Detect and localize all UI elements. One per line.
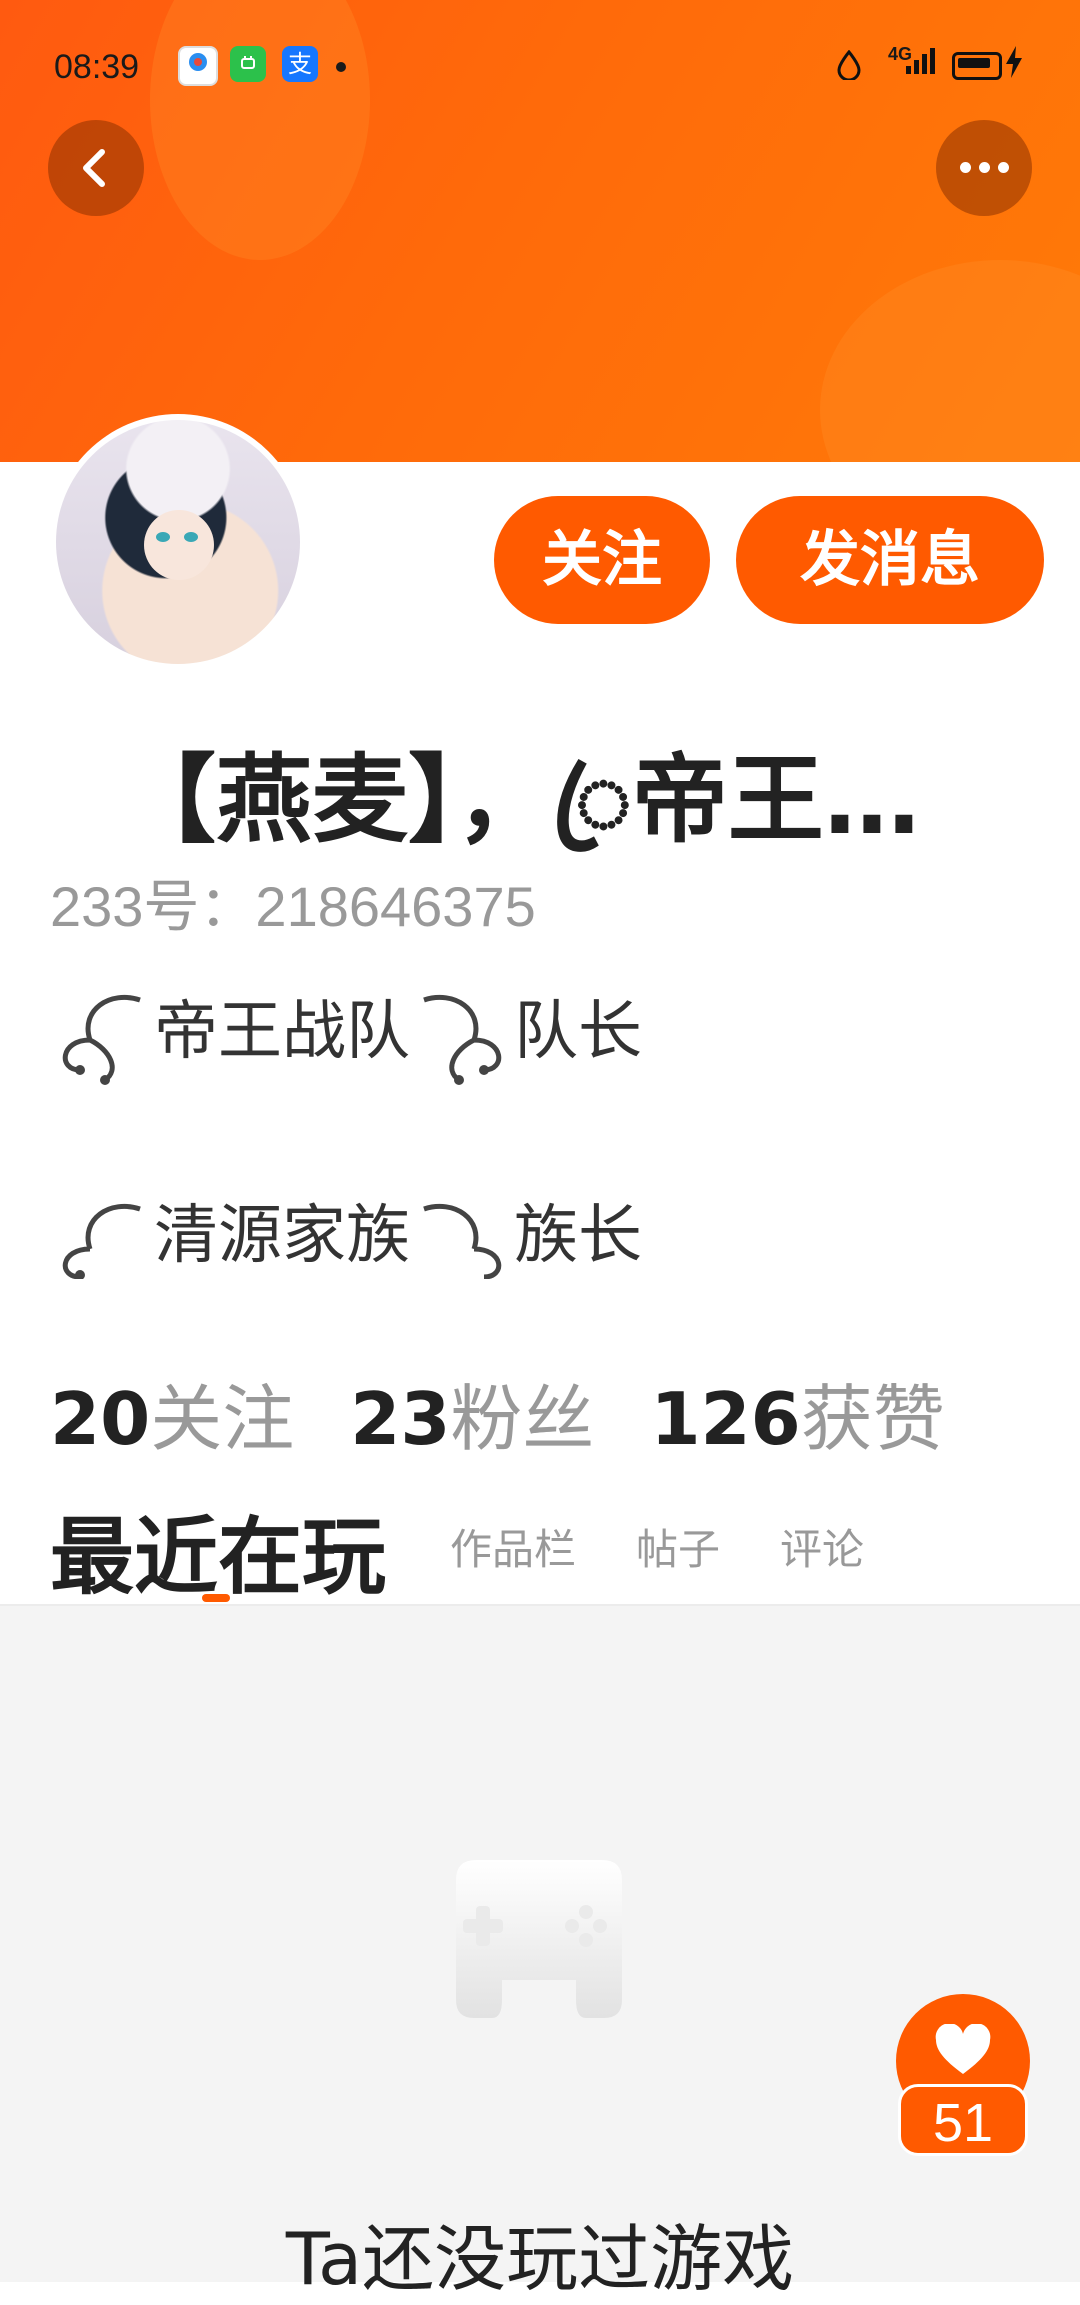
following-count: 20	[50, 1377, 151, 1461]
water-drop-icon	[836, 49, 862, 84]
swirl-ornament-icon	[423, 1204, 502, 1280]
follow-button[interactable]: 关注	[494, 496, 710, 624]
followers-stat[interactable]: 23粉丝	[350, 1377, 650, 1461]
charging-icon	[1004, 46, 1024, 82]
tagline-1-team: 帝王战队	[154, 995, 410, 1069]
followers-label: 粉丝	[450, 1377, 595, 1461]
profile-tagline-2: 清源家族 族长	[50, 1184, 642, 1281]
swirl-ornament-icon	[62, 995, 141, 1086]
profile-tabs: 最近在玩 作品栏 帖子 评论	[50, 1490, 1050, 1606]
tab-works[interactable]: 作品栏	[450, 1516, 576, 1577]
tagline-1-role: 队长	[514, 995, 642, 1069]
likes-stat[interactable]: 126获赞	[650, 1377, 1000, 1461]
status-bar: 08:39 支 4G	[0, 30, 1080, 100]
tagline-2-family: 清源家族	[154, 1199, 410, 1273]
tab-comments[interactable]: 评论	[780, 1516, 864, 1577]
avatar[interactable]	[50, 414, 306, 670]
likes-count: 126	[650, 1377, 801, 1461]
notification-dot	[336, 62, 346, 72]
profile-stats: 20关注 23粉丝 126获赞	[50, 1360, 1001, 1465]
empty-state-text: Ta还没玩过游戏	[285, 2217, 795, 2301]
like-count-badge: 51	[898, 2084, 1028, 2156]
following-stat[interactable]: 20关注	[50, 1377, 350, 1461]
send-message-button[interactable]: 发消息	[736, 496, 1044, 624]
banner-decoration	[820, 260, 1080, 462]
alipay-icon: 支	[282, 46, 318, 82]
battery-icon	[952, 52, 1002, 80]
active-tab-indicator	[202, 1594, 230, 1602]
heart-icon	[935, 2024, 991, 2074]
swirl-ornament-icon	[423, 995, 502, 1086]
profile-id: 233号：218646375	[50, 875, 536, 938]
likes-label: 获赞	[800, 1377, 945, 1461]
tab-posts[interactable]: 帖子	[636, 1516, 720, 1577]
signal-icon	[904, 48, 938, 80]
more-icon	[956, 158, 1013, 177]
status-time: 08:39	[54, 48, 140, 86]
swirl-ornament-icon	[62, 1204, 141, 1281]
tagline-2-role: 族长	[514, 1199, 642, 1273]
followers-count: 23	[350, 1377, 451, 1461]
wechat-icon	[230, 46, 266, 82]
chevron-left-icon	[83, 149, 105, 187]
back-button[interactable]	[48, 120, 144, 216]
profile-banner: 08:39 支 4G	[0, 0, 1080, 462]
tab-recently-played[interactable]: 最近在玩	[50, 1490, 386, 1611]
profile-tagline-1: 帝王战队 队长	[50, 980, 642, 1090]
gamepad-icon	[456, 1860, 622, 2018]
following-label: 关注	[150, 1377, 295, 1461]
app-icon-1	[178, 46, 218, 86]
more-button[interactable]	[936, 120, 1032, 216]
